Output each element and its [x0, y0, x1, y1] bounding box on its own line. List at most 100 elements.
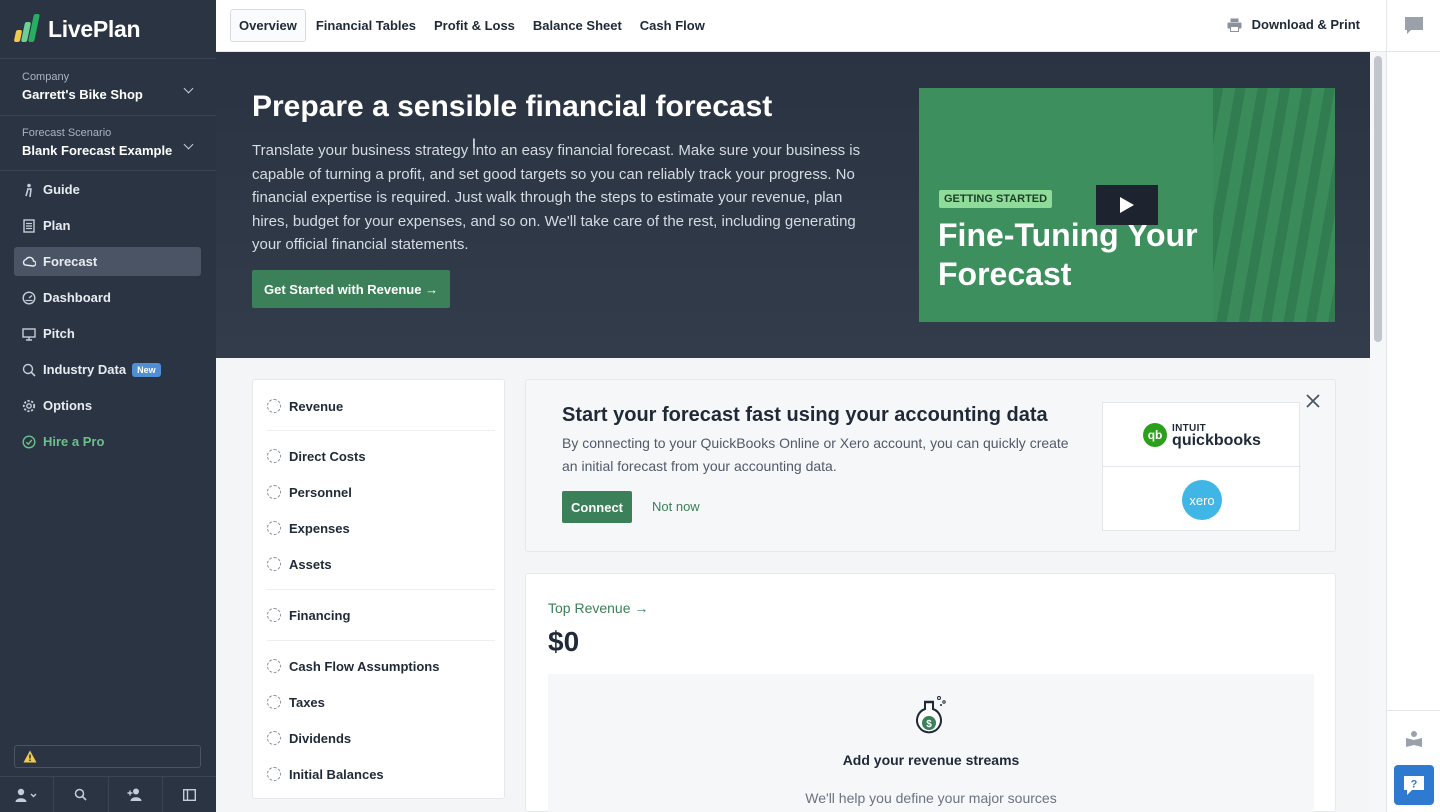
top-revenue-link[interactable]: Top Revenue →	[548, 600, 648, 616]
get-started-revenue-button[interactable]: Get Started with Revenue →	[252, 270, 451, 308]
sidebar-item-label: Industry Data	[43, 362, 127, 377]
sidebar-item-industry-data[interactable]: Industry Data New	[14, 355, 201, 384]
scrollbar-thumb[interactable]	[1374, 56, 1382, 342]
sidebar-toggle-icon	[182, 788, 196, 801]
learning-button[interactable]	[1405, 730, 1423, 753]
step-label: Cash Flow Assumptions	[289, 658, 440, 674]
tab-profit-and-loss[interactable]: Profit & Loss	[426, 9, 523, 42]
hero-title: Prepare a sensible financial forecast	[252, 90, 773, 123]
step-cash-flow-assumptions[interactable]: Cash Flow Assumptions	[267, 656, 439, 676]
sidebar-item-pitch[interactable]: Pitch	[14, 319, 201, 348]
help-chat-button[interactable]: ?	[1394, 765, 1434, 805]
close-button[interactable]	[1304, 392, 1322, 410]
revenue-empty-title: Add your revenue streams	[842, 752, 1020, 768]
step-initial-balances[interactable]: Initial Balances	[267, 764, 384, 784]
xero-icon: xero	[1182, 480, 1222, 520]
tab-overview[interactable]: Overview	[230, 9, 306, 42]
new-badge: New	[132, 362, 161, 377]
user-menu-button[interactable]	[0, 777, 55, 812]
tab-cash-flow[interactable]: Cash Flow	[632, 9, 713, 42]
comments-button[interactable]	[1387, 0, 1440, 52]
pitch-icon	[22, 327, 36, 341]
step-personnel[interactable]: Personnel	[267, 482, 352, 502]
plan-icon	[22, 218, 36, 233]
step-dividends[interactable]: Dividends	[267, 728, 351, 748]
sidebar-item-options[interactable]: Options	[14, 391, 201, 420]
warning-bar[interactable]	[14, 745, 201, 768]
sidebar-item-label: Options	[43, 398, 93, 413]
sidebar-item-plan[interactable]: Plan	[14, 211, 201, 240]
sidebar-item-hire-a-pro[interactable]: Hire a Pro	[14, 427, 201, 456]
book-icon	[1406, 731, 1422, 747]
xero-logo[interactable]: xero	[1103, 468, 1301, 532]
flask-dollar-icon: $	[914, 694, 948, 743]
sidebar-item-label: Dashboard	[43, 290, 111, 305]
revenue-empty-state: $ Add your revenue streams We'll help yo…	[548, 674, 1314, 812]
dashboard-icon	[22, 290, 36, 305]
liveplan-logo[interactable]: LivePlan	[13, 14, 141, 44]
sidebar-item-label: Hire a Pro	[43, 434, 105, 449]
step-direct-costs[interactable]: Direct Costs	[267, 446, 366, 466]
search-icon	[75, 788, 87, 801]
forecast-icon	[22, 255, 36, 269]
warning-icon	[23, 750, 37, 763]
step-status-icon	[267, 659, 281, 673]
step-revenue[interactable]: Revenue	[267, 396, 343, 416]
step-label: Dividends	[289, 730, 352, 746]
step-expenses[interactable]: Expenses	[267, 518, 350, 538]
step-status-icon	[267, 731, 281, 745]
text-cursor-icon: I	[472, 135, 476, 151]
sidebar: LivePlan Company Garrett's Bike Shop For…	[0, 0, 216, 812]
company-value: Garrett's Bike Shop	[22, 87, 143, 102]
video-thumbnail[interactable]: GETTING STARTED Fine-Tuning Your Forecas…	[919, 88, 1335, 322]
step-label: Assets	[289, 556, 332, 572]
gear-icon	[22, 399, 36, 413]
step-status-icon	[267, 695, 281, 709]
sidebar-item-guide[interactable]: Guide	[14, 175, 201, 204]
liveplan-logo-icon	[13, 14, 42, 44]
video-title: Fine-Tuning Your Forecast	[938, 217, 1198, 292]
download-print-button[interactable]: Download & Print	[1227, 17, 1360, 32]
scenario-label: Forecast Scenario	[22, 127, 112, 139]
sidebar-item-dashboard[interactable]: Dashboard	[14, 283, 201, 312]
quickbooks-logo[interactable]: qb INTUIT quickbooks	[1103, 403, 1301, 467]
scenario-selector[interactable]: Forecast Scenario Blank Forecast Example	[22, 127, 200, 158]
top-bar: Overview Financial Tables Profit & Loss …	[216, 0, 1386, 52]
step-status-icon	[267, 608, 281, 622]
tab-balance-sheet[interactable]: Balance Sheet	[525, 9, 630, 42]
connect-button[interactable]: Connect	[562, 491, 632, 523]
search-button[interactable]	[54, 777, 109, 812]
quickbooks-icon: qb	[1143, 422, 1168, 447]
step-status-icon	[267, 399, 281, 413]
step-assets[interactable]: Assets	[267, 554, 332, 574]
step-status-icon	[267, 521, 281, 535]
sidebar-item-forecast[interactable]: Forecast	[14, 247, 201, 276]
top-revenue-card: Top Revenue → $0 $ Add your revenue stre…	[525, 573, 1336, 812]
company-label: Company	[22, 71, 70, 83]
printer-icon	[1227, 18, 1242, 32]
revenue-empty-subtitle: We'll help you define your major sources	[805, 790, 1057, 806]
sidebar-item-label: Pitch	[43, 326, 75, 341]
step-label: Direct Costs	[289, 448, 366, 464]
play-icon	[1120, 197, 1134, 213]
close-icon	[1306, 394, 1320, 408]
tab-financial-tables[interactable]: Financial Tables	[308, 9, 424, 42]
hero-banner: Prepare a sensible financial forecast Tr…	[216, 52, 1370, 358]
play-button[interactable]	[1096, 185, 1158, 225]
not-now-link[interactable]: Not now	[652, 499, 700, 514]
video-pattern	[1213, 88, 1335, 322]
step-taxes[interactable]: Taxes	[267, 692, 325, 712]
step-financing[interactable]: Financing	[267, 605, 350, 625]
industry-data-icon	[22, 363, 36, 377]
add-user-button[interactable]	[109, 777, 163, 812]
sidebar-footer	[0, 776, 216, 812]
quickbooks-name: quickbooks	[1172, 431, 1261, 449]
accounting-title: Start your forecast fast using your acco…	[562, 404, 1048, 426]
company-selector[interactable]: Company Garrett's Bike Shop	[22, 71, 200, 102]
user-icon	[15, 788, 37, 802]
right-rail: ?	[1386, 0, 1440, 812]
collapse-sidebar-button[interactable]	[163, 777, 216, 812]
comment-icon	[1405, 17, 1423, 34]
step-status-icon	[267, 767, 281, 781]
step-label: Revenue	[289, 398, 344, 414]
